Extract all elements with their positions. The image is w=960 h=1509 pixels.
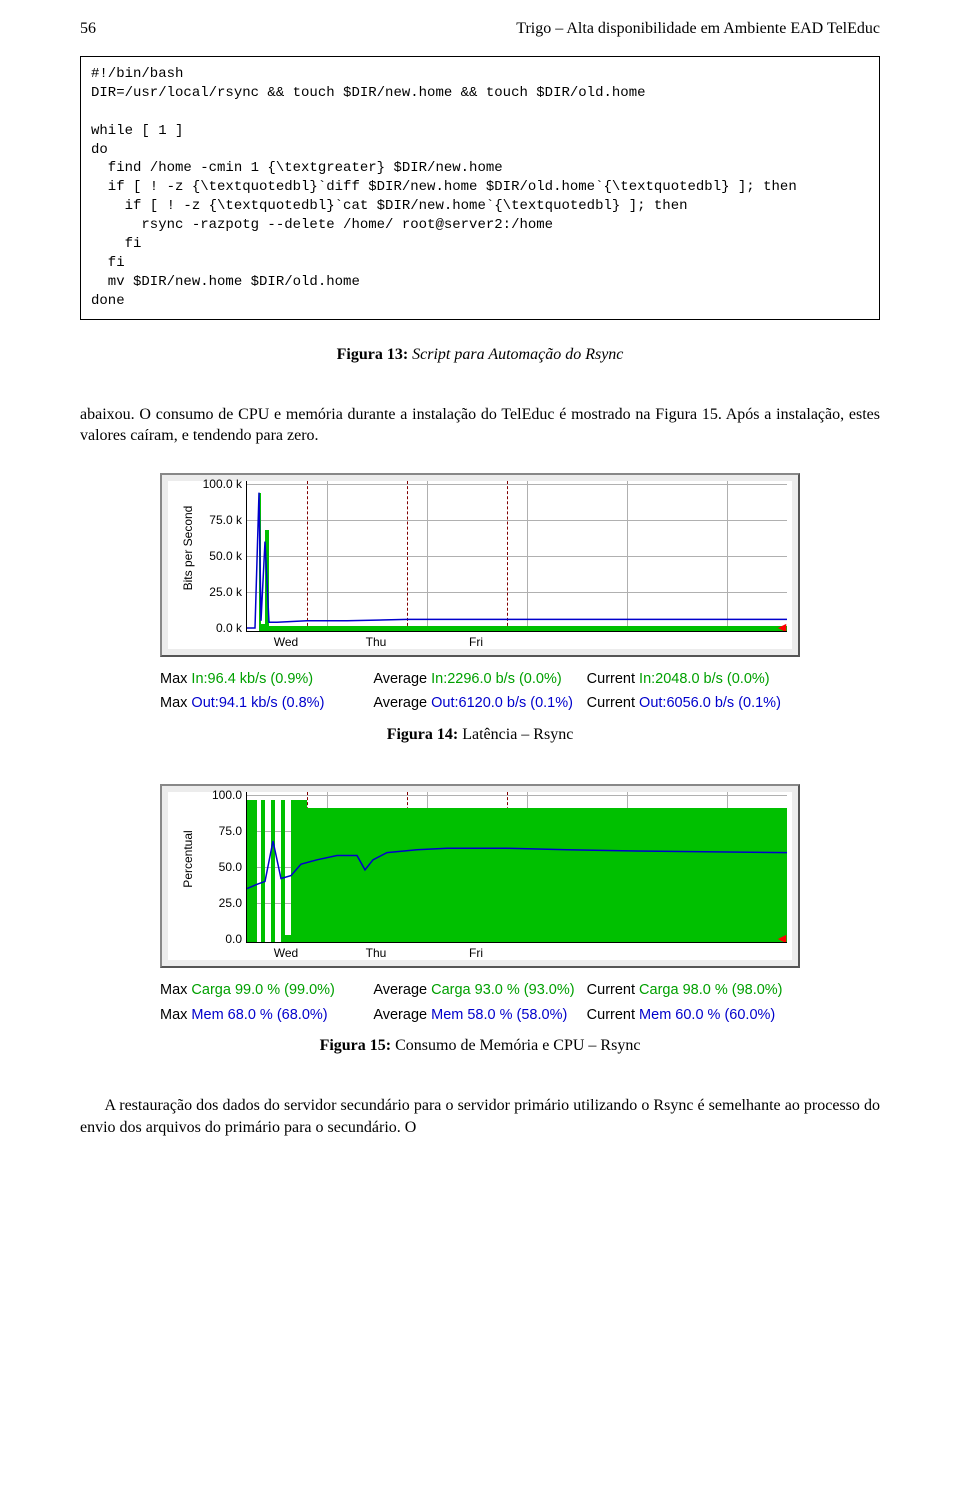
fig15-stats: Max Carga 99.0 % (99.0%)Average Carga 93… bbox=[160, 978, 800, 1027]
figure-13-caption: Figura 13: Script para Automação do Rsyn… bbox=[80, 346, 880, 364]
paragraph-2: A restauração dos dados do servidor secu… bbox=[80, 1095, 880, 1138]
fig15-xticks: Wed Thu Fri bbox=[246, 943, 786, 960]
page-body: 56 Trigo – Alta disponibilidade em Ambie… bbox=[0, 0, 960, 1179]
running-title: Trigo – Alta disponibilidade em Ambiente… bbox=[516, 20, 880, 38]
figure-15-caption: Figura 15: Consumo de Memória e CPU – Rs… bbox=[80, 1037, 880, 1055]
figure-15-chart: Percentual 100.0 75.0 50.0 25.0 0.0 bbox=[160, 784, 800, 968]
figure-14-chart: Bits per Second 100.0 k 75.0 k 50.0 k 25… bbox=[160, 473, 800, 657]
running-header: 56 Trigo – Alta disponibilidade em Ambie… bbox=[80, 20, 880, 38]
code-listing: #!/bin/bash DIR=/usr/local/rsync && touc… bbox=[80, 56, 880, 320]
fig14-stats: Max In:96.4 kb/s (0.9%)Average In:2296.0… bbox=[160, 667, 800, 716]
fig14-xticks: Wed Thu Fri bbox=[246, 632, 786, 649]
page-number: 56 bbox=[80, 20, 96, 38]
fig15-plot-area: ◄ bbox=[246, 792, 787, 943]
marker-icon: ◄ bbox=[775, 619, 787, 632]
figure-14-caption: Figura 14: Latência – Rsync bbox=[80, 726, 880, 744]
marker-icon: ◄ bbox=[775, 930, 787, 943]
fig14-yticks: 100.0 k 75.0 k 50.0 k 25.0 k 0.0 k bbox=[188, 481, 246, 631]
fig15-yticks: 100.0 75.0 50.0 25.0 0.0 bbox=[188, 792, 246, 942]
paragraph-1: abaixou. O consumo de CPU e memória dura… bbox=[80, 404, 880, 447]
fig14-plot-area: ◄ bbox=[246, 481, 787, 632]
